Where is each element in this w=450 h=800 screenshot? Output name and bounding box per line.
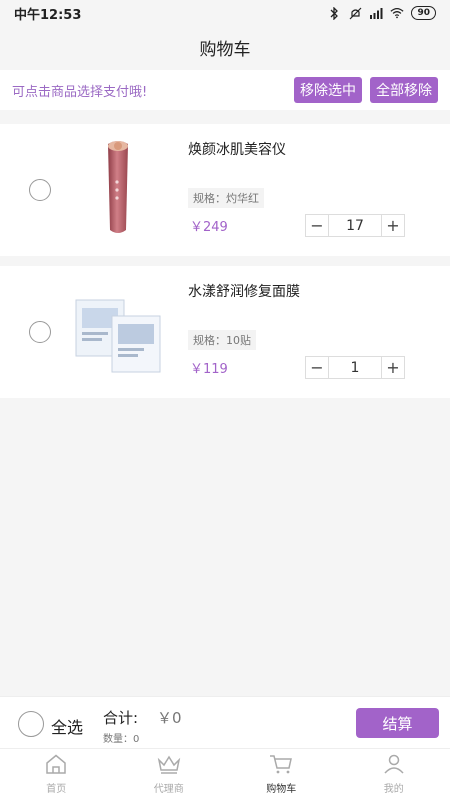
remove-all-button[interactable]: 全部移除	[370, 77, 438, 103]
quantity-value[interactable]: 17	[329, 215, 381, 236]
tab-profile[interactable]: 我的	[338, 749, 450, 800]
tab-label: 我的	[383, 784, 404, 795]
wifi-icon	[390, 6, 404, 20]
face-mask-pack-image[interactable]	[72, 286, 164, 378]
notice-actions: 移除选中 全部移除	[294, 77, 438, 103]
item-price: ￥249	[190, 220, 228, 235]
quantity-stepper: − 17 +	[305, 214, 405, 237]
item-name[interactable]: 水漾舒润修复面膜	[188, 281, 300, 301]
tab-label: 购物车	[266, 784, 297, 795]
battery-indicator: 90	[411, 6, 436, 20]
select-all-checkbox[interactable]	[18, 711, 44, 737]
checkout-bar: 全选 合计: ￥0 数量：0 结算	[0, 696, 450, 748]
total-label: 合计:	[103, 709, 139, 727]
tab-label: 代理商	[153, 784, 184, 795]
home-icon	[45, 754, 67, 778]
quantity-stepper: − 1 +	[305, 356, 405, 379]
item-spec: 规格：灼华红	[188, 188, 264, 208]
bluetooth-icon	[327, 6, 341, 20]
cart-icon	[269, 754, 293, 778]
quantity-value[interactable]: 1	[329, 357, 381, 378]
remove-selected-button[interactable]: 移除选中	[294, 77, 362, 103]
tab-home[interactable]: 首页	[0, 749, 113, 800]
item-checkbox[interactable]	[29, 179, 51, 201]
decrease-button[interactable]: −	[306, 215, 329, 236]
increase-button[interactable]: +	[381, 215, 404, 236]
item-spec: 规格：10贴	[188, 330, 256, 350]
status-icons: 90	[327, 6, 436, 20]
crown-icon	[156, 754, 182, 778]
mute-icon	[348, 6, 362, 20]
select-all-label[interactable]: 全选	[51, 714, 83, 738]
increase-button[interactable]: +	[381, 357, 404, 378]
user-icon	[383, 754, 405, 778]
cart-item[interactable]: 水漾舒润修复面膜 规格：10贴 ￥119 − 1 +	[0, 266, 450, 398]
item-price: ￥119	[190, 362, 228, 377]
tab-bar: 首页 代理商 购物车 我的	[0, 748, 450, 800]
page-title: 购物车	[199, 39, 251, 60]
count-label: 数量：0	[103, 734, 140, 745]
cart-item[interactable]: 焕颜冰肌美容仪 规格：灼华红 ￥249 − 17 +	[0, 124, 450, 256]
tab-agent[interactable]: 代理商	[113, 749, 226, 800]
total-value: ￥0	[157, 709, 182, 727]
tab-cart[interactable]: 购物车	[225, 749, 338, 800]
notice-text: 可点击商品选择支付哦!	[12, 84, 148, 100]
item-name[interactable]: 焕颜冰肌美容仪	[188, 139, 286, 159]
tab-label: 首页	[46, 784, 67, 795]
status-time: 中午12:53	[14, 7, 82, 23]
beauty-device-image[interactable]	[72, 138, 164, 233]
notice-bar: 可点击商品选择支付哦! 移除选中 全部移除	[0, 70, 450, 110]
item-checkbox[interactable]	[29, 321, 51, 343]
decrease-button[interactable]: −	[306, 357, 329, 378]
status-bar: 中午12:53 90	[0, 0, 450, 26]
checkout-button[interactable]: 结算	[356, 708, 439, 738]
signal-icon	[369, 6, 383, 20]
